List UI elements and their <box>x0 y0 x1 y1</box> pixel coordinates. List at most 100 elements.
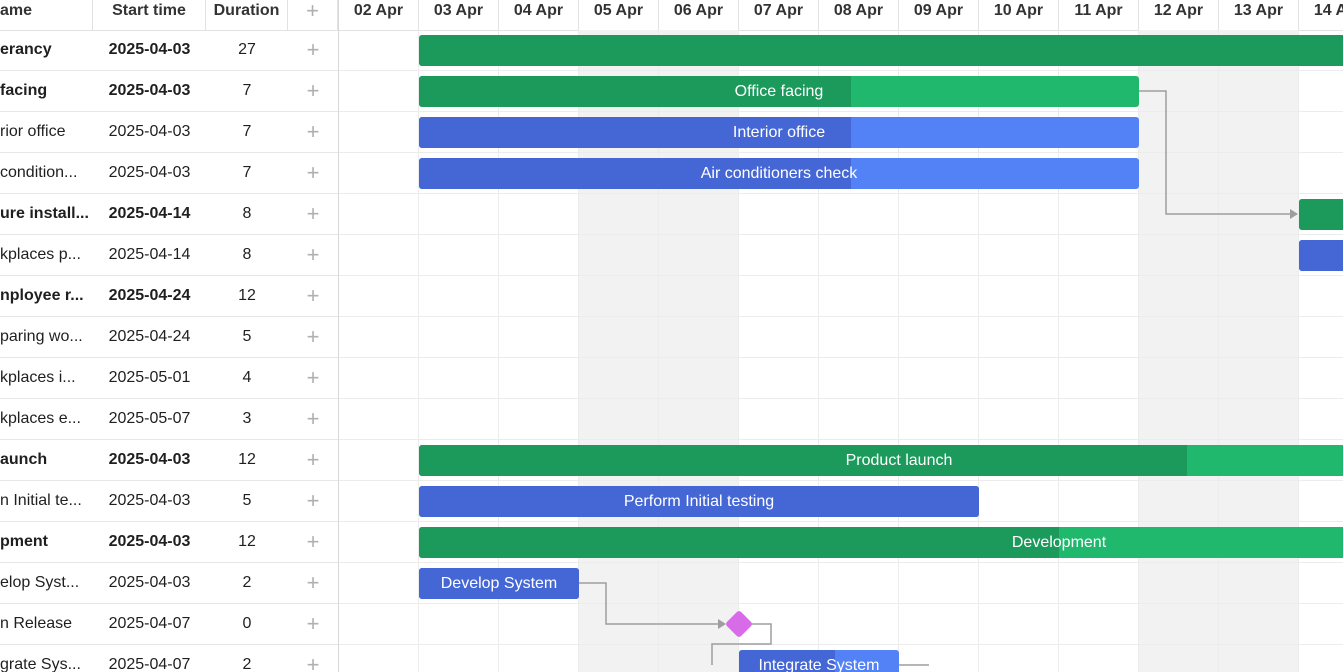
add-task-icon[interactable]: + <box>288 522 338 562</box>
task-bar-label: Development <box>1011 534 1107 551</box>
grid-row[interactable]: elop Syst... 2025-04-03 2 + <box>0 563 338 604</box>
task-name-cell[interactable]: kplaces e... <box>0 399 93 439</box>
grid-row[interactable]: rior office 2025-04-03 7 + <box>0 112 338 153</box>
start-time-cell[interactable]: 2025-04-03 <box>93 563 206 603</box>
add-task-icon[interactable]: + <box>288 153 338 193</box>
task-bar[interactable]: Perform Initial testing <box>419 486 979 517</box>
start-time-cell[interactable]: 2025-04-03 <box>93 112 206 152</box>
task-bar[interactable]: Office facing <box>419 76 1139 107</box>
duration-cell[interactable]: 12 <box>206 522 288 562</box>
grid-row[interactable]: erancy 2025-04-03 27 + <box>0 30 338 71</box>
add-task-icon[interactable]: + <box>288 645 338 672</box>
task-bar[interactable] <box>419 35 1343 66</box>
duration-cell[interactable]: 5 <box>206 317 288 357</box>
grid-row[interactable]: paring wo... 2025-04-24 5 + <box>0 317 338 358</box>
add-task-icon[interactable]: + <box>288 276 338 316</box>
grid-row[interactable]: facing 2025-04-03 7 + <box>0 71 338 112</box>
task-progress <box>1299 240 1343 271</box>
start-time-cell[interactable]: 2025-05-07 <box>93 399 206 439</box>
task-name-cell[interactable]: rior office <box>0 112 93 152</box>
grid-row[interactable]: kplaces i... 2025-05-01 4 + <box>0 358 338 399</box>
start-time-cell[interactable]: 2025-04-14 <box>93 194 206 234</box>
task-bar[interactable]: Air conditioners check <box>419 158 1139 189</box>
start-time-cell[interactable]: 2025-04-03 <box>93 481 206 521</box>
add-task-icon[interactable]: + <box>288 71 338 111</box>
task-name-cell[interactable]: n Initial te... <box>0 481 93 521</box>
grid-row[interactable]: n Initial te... 2025-04-03 5 + <box>0 481 338 522</box>
grid-row[interactable]: ure install... 2025-04-14 8 + <box>0 194 338 235</box>
task-bar[interactable]: Develop System <box>419 568 579 599</box>
add-task-icon[interactable]: + <box>288 235 338 275</box>
task-bar[interactable]: Integrate System <box>739 650 899 672</box>
task-name-cell[interactable]: erancy <box>0 30 93 70</box>
day-column <box>339 30 419 672</box>
add-task-icon[interactable]: + <box>288 358 338 398</box>
task-name-cell[interactable]: pment <box>0 522 93 562</box>
task-name-cell[interactable]: elop Syst... <box>0 563 93 603</box>
task-name-cell[interactable]: kplaces i... <box>0 358 93 398</box>
duration-cell[interactable]: 5 <box>206 481 288 521</box>
start-time-cell[interactable]: 2025-04-24 <box>93 276 206 316</box>
grid-row[interactable]: kplaces e... 2025-05-07 3 + <box>0 399 338 440</box>
scale-day-label: 04 Apr <box>499 0 579 30</box>
add-task-icon[interactable]: + <box>288 440 338 480</box>
add-column-header-icon[interactable]: + <box>288 0 338 30</box>
column-header-start-time[interactable]: Start time <box>93 0 206 30</box>
add-task-icon[interactable]: + <box>288 481 338 521</box>
add-task-icon[interactable]: + <box>288 604 338 644</box>
grid-row[interactable]: aunch 2025-04-03 12 + <box>0 440 338 481</box>
add-task-icon[interactable]: + <box>288 30 338 70</box>
task-name-cell[interactable]: n Release <box>0 604 93 644</box>
grid-row[interactable]: nployee r... 2025-04-24 12 + <box>0 276 338 317</box>
column-header-name[interactable]: ame <box>0 0 93 30</box>
grid-row[interactable]: condition... 2025-04-03 7 + <box>0 153 338 194</box>
duration-cell[interactable]: 27 <box>206 30 288 70</box>
task-bar[interactable]: Development <box>419 527 1343 558</box>
start-time-cell[interactable]: 2025-04-07 <box>93 645 206 672</box>
task-name-cell[interactable]: aunch <box>0 440 93 480</box>
task-name-cell[interactable]: nployee r... <box>0 276 93 316</box>
duration-cell[interactable]: 2 <box>206 645 288 672</box>
duration-cell[interactable]: 2 <box>206 563 288 603</box>
start-time-cell[interactable]: 2025-05-01 <box>93 358 206 398</box>
task-name-cell[interactable]: facing <box>0 71 93 111</box>
task-name-cell[interactable]: condition... <box>0 153 93 193</box>
duration-cell[interactable]: 7 <box>206 112 288 152</box>
task-bar[interactable]: Interior office <box>419 117 1139 148</box>
task-bar[interactable] <box>1299 199 1343 230</box>
add-task-icon[interactable]: + <box>288 317 338 357</box>
start-time-cell[interactable]: 2025-04-03 <box>93 440 206 480</box>
task-bar[interactable] <box>1299 240 1343 271</box>
grid-row[interactable]: grate Sys... 2025-04-07 2 + <box>0 645 338 672</box>
start-time-cell[interactable]: 2025-04-03 <box>93 153 206 193</box>
add-task-icon[interactable]: + <box>288 112 338 152</box>
task-name-cell[interactable]: ure install... <box>0 194 93 234</box>
start-time-cell[interactable]: 2025-04-03 <box>93 71 206 111</box>
grid-row[interactable]: pment 2025-04-03 12 + <box>0 522 338 563</box>
scale-day-label: 10 Apr <box>979 0 1059 30</box>
start-time-cell[interactable]: 2025-04-24 <box>93 317 206 357</box>
duration-cell[interactable]: 3 <box>206 399 288 439</box>
duration-cell[interactable]: 8 <box>206 194 288 234</box>
task-name-cell[interactable]: paring wo... <box>0 317 93 357</box>
start-time-cell[interactable]: 2025-04-03 <box>93 522 206 562</box>
start-time-cell[interactable]: 2025-04-03 <box>93 30 206 70</box>
duration-cell[interactable]: 12 <box>206 276 288 316</box>
grid-row[interactable]: kplaces p... 2025-04-14 8 + <box>0 235 338 276</box>
duration-cell[interactable]: 7 <box>206 153 288 193</box>
duration-cell[interactable]: 8 <box>206 235 288 275</box>
duration-cell[interactable]: 12 <box>206 440 288 480</box>
duration-cell[interactable]: 7 <box>206 71 288 111</box>
task-bar[interactable]: Product launch <box>419 445 1343 476</box>
add-task-icon[interactable]: + <box>288 399 338 439</box>
start-time-cell[interactable]: 2025-04-14 <box>93 235 206 275</box>
column-header-duration[interactable]: Duration <box>206 0 288 30</box>
duration-cell[interactable]: 4 <box>206 358 288 398</box>
grid-row[interactable]: n Release 2025-04-07 0 + <box>0 604 338 645</box>
task-name-cell[interactable]: kplaces p... <box>0 235 93 275</box>
duration-cell[interactable]: 0 <box>206 604 288 644</box>
task-name-cell[interactable]: grate Sys... <box>0 645 93 672</box>
start-time-cell[interactable]: 2025-04-07 <box>93 604 206 644</box>
add-task-icon[interactable]: + <box>288 194 338 234</box>
add-task-icon[interactable]: + <box>288 563 338 603</box>
